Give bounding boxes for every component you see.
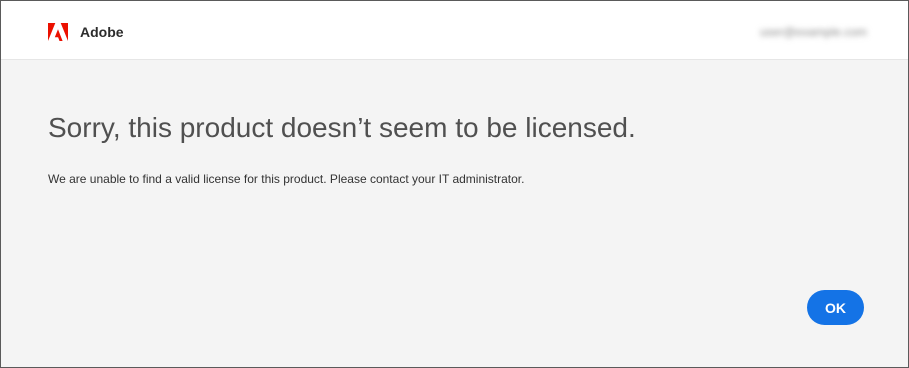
dialog-content: Sorry, this product doesn’t seem to be l… (48, 109, 868, 187)
account-email: user@example.com (760, 25, 867, 39)
license-dialog-window: Adobe user@example.com Sorry, this produ… (0, 0, 909, 368)
dialog-title: Sorry, this product doesn’t seem to be l… (48, 112, 636, 143)
ok-button[interactable]: OK (807, 290, 864, 325)
dialog-message: We are unable to find a valid license fo… (48, 172, 525, 186)
account-email-redacted: user@example.com (760, 25, 892, 39)
dialog-header: Adobe user@example.com (1, 1, 908, 60)
brand-name: Adobe (80, 24, 124, 40)
adobe-brand: Adobe (48, 23, 124, 41)
adobe-logo-icon (48, 23, 68, 41)
